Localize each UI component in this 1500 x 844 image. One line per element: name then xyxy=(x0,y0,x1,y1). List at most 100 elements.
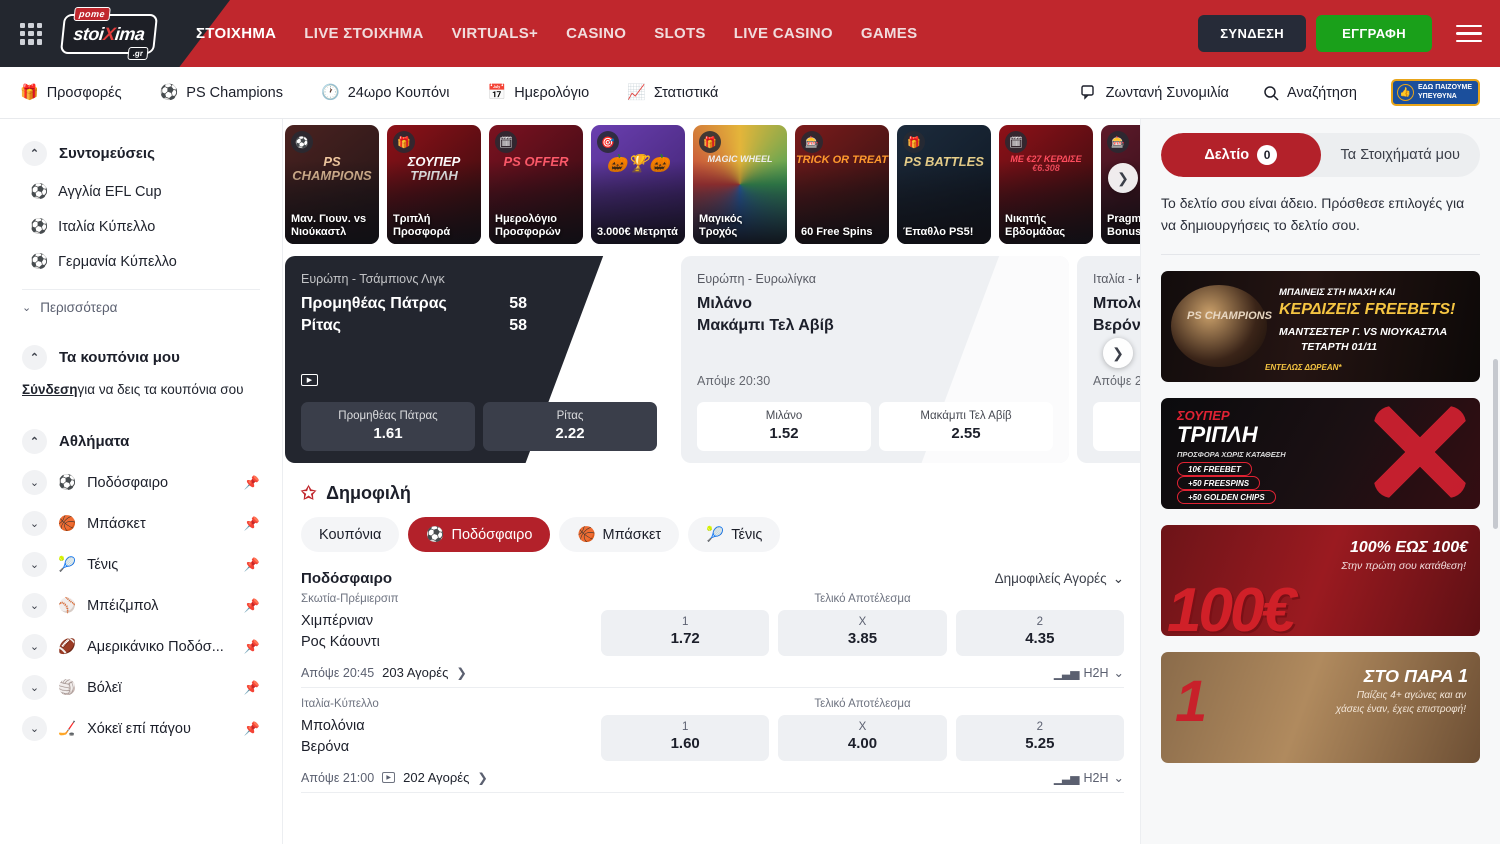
tab-basket[interactable]: 🏀 Μπάσκετ xyxy=(559,517,679,552)
event-markets-count[interactable]: 203 Αγορές xyxy=(382,665,448,680)
tv-stream-icon[interactable]: ▶ xyxy=(382,772,395,783)
promo-tile[interactable]: PS BATTLES 🎁 Έπαθλο PS5! xyxy=(897,125,991,244)
odd-button-x[interactable]: X 3.85 xyxy=(778,610,946,656)
tv-stream-icon[interactable]: ▶ xyxy=(301,374,318,386)
nav-item-casino[interactable]: CASINO xyxy=(566,25,626,42)
subnav-item-calendar[interactable]: 📅 Ημερολόγιο xyxy=(488,85,590,101)
tab-podosfairo[interactable]: ⚽ Ποδόσφαιρο xyxy=(408,517,550,552)
nav-item-games[interactable]: GAMES xyxy=(861,25,918,42)
sidebar-item-germania-kypello[interactable]: ⚽ Γερμανία Κύπελλο xyxy=(0,244,282,279)
nav-item-live-stoixima[interactable]: LIVE ΣΤΟΙΧΗΜΑ xyxy=(304,25,423,42)
banner-line-3: ΜΑΝΤΣΕΣΤΕΡ Γ. VS ΝΙΟΥΚΑΣΤΛΑ xyxy=(1279,326,1447,338)
sidebar-item-xokei[interactable]: ⌄ 🏒 Χόκεϊ επί πάγου 📌 xyxy=(0,708,282,749)
h2h-button[interactable]: ▁▃▅ H2H ⌄ xyxy=(1054,665,1124,680)
chevron-down-icon[interactable]: ⌄ xyxy=(22,675,47,700)
sidebar-item-beizbol[interactable]: ⌄ ⚾ Μπέιζμπολ 📌 xyxy=(0,585,282,626)
sidebar-item-podosfairo[interactable]: ⌄ ⚽ Ποδόσφαιρο 📌 xyxy=(0,462,282,503)
sidebar-item-efl-cup[interactable]: ⚽ Αγγλία EFL Cup xyxy=(0,174,282,209)
h2h-button[interactable]: ▁▃▅ H2H ⌄ xyxy=(1054,770,1124,785)
hamburger-menu-icon[interactable] xyxy=(1456,25,1482,43)
scrollbar-thumb[interactable] xyxy=(1493,359,1498,529)
chevron-down-icon[interactable]: ⌄ xyxy=(22,470,47,495)
nav-item-slots[interactable]: SLOTS xyxy=(654,25,706,42)
pin-icon[interactable]: 📌 xyxy=(244,721,260,737)
odd-button-1[interactable]: 1 1.72 xyxy=(601,610,769,656)
odd-button[interactable]: Προμηθέας Πάτρας 1.61 xyxy=(301,402,475,451)
odd-button-1[interactable]: 1 1.60 xyxy=(601,715,769,761)
pin-icon[interactable]: 📌 xyxy=(244,516,260,532)
odd-button[interactable]: Μακάμπι Τελ Αβίβ 2.55 xyxy=(879,402,1053,451)
nav-item-stoixima[interactable]: ΣΤΟΙΧΗΜΑ xyxy=(196,25,276,42)
subnav-item-search[interactable]: Αναζήτηση xyxy=(1263,85,1357,101)
event-markets-count[interactable]: 202 Αγορές xyxy=(403,770,469,785)
subnav-item-24h-coupon[interactable]: 🕐 24ωρο Κουπόνι xyxy=(321,85,450,101)
pin-icon[interactable]: 📌 xyxy=(244,680,260,696)
site-logo[interactable]: pome stoiXima .gr xyxy=(60,9,158,59)
chevron-right-icon[interactable]: ❯ xyxy=(456,665,466,680)
sidebar-banner-100-percent[interactable]: 100€ 100% ΕΩΣ 100€ Στην πρώτη σου κατάθε… xyxy=(1161,525,1480,636)
register-button[interactable]: ΕΓΓΡΑΦΗ xyxy=(1316,15,1432,52)
subnav-item-live-chat[interactable]: Ζωντανή Συνομιλία xyxy=(1081,85,1229,101)
nav-item-virtuals[interactable]: VIRTUALS+ xyxy=(452,25,538,42)
chevron-down-icon[interactable]: ⌄ xyxy=(22,593,47,618)
login-button[interactable]: ΣΥΝΔΕΣΗ xyxy=(1198,15,1306,52)
pin-icon[interactable]: 📌 xyxy=(244,598,260,614)
featured-match-card[interactable]: Ευρώπη - Ευρωλίγκα Μιλάνο Μακάμπι Τελ Αβ… xyxy=(681,256,1069,463)
tab-betslip[interactable]: Δελτίο 0 xyxy=(1161,133,1321,177)
tab-my-bets[interactable]: Τα Στοιχήματά μου xyxy=(1321,133,1481,177)
odd-button-2[interactable]: 2 4.35 xyxy=(956,610,1124,656)
sidebar-banner-ps-champions[interactable]: PS CHAMPIONS ΜΠΑΙΝΕΙΣ ΣΤΗ ΜΑΧΗ ΚΑΙ ΚΕΡΔΙ… xyxy=(1161,271,1480,382)
pin-icon[interactable]: 📌 xyxy=(244,475,260,491)
sidebar-login-link[interactable]: Σύνδεση xyxy=(22,382,78,397)
sidebar-scrollbar[interactable] xyxy=(1493,119,1498,844)
markets-selector[interactable]: Δημοφιλείς Αγορές ⌄ xyxy=(995,571,1124,587)
chevron-down-icon[interactable]: ⌄ xyxy=(22,511,47,536)
sidebar-banner-sto-para-1[interactable]: 1 ΣΤΟ ΠΑΡΑ 1 Παίζεις 4+ αγώνες και αν χά… xyxy=(1161,652,1480,763)
match-time: Απόψε 20:30 xyxy=(697,374,1053,388)
featured-carousel-next-icon[interactable]: ❯ xyxy=(1103,338,1133,368)
chevron-down-icon[interactable]: ⌄ xyxy=(22,552,47,577)
chevron-up-icon: ⌃ xyxy=(22,141,47,166)
sidebar-item-basket[interactable]: ⌄ 🏀 Μπάσκετ 📌 xyxy=(0,503,282,544)
sidebar-section-sports[interactable]: ⌃ Αθλήματα xyxy=(0,421,282,462)
sidebar-banner-super-tripli[interactable]: ΣΟΥΠΕΡ ΤΡΙΠΛΗ ΠΡΟΣΦΟΡΑ ΧΩΡΙΣ ΚΑΤΑΘΕΣΗ 10… xyxy=(1161,398,1480,509)
event-info[interactable]: Ιταλία-Κύπελλο Μπολόνια Βερόνα xyxy=(301,698,601,761)
apps-grid-icon[interactable] xyxy=(20,23,42,45)
pin-icon[interactable]: 📌 xyxy=(244,557,260,573)
odd-button-2[interactable]: 2 5.25 xyxy=(956,715,1124,761)
promo-label: 60 Free Spins xyxy=(801,226,884,239)
chevron-down-icon[interactable]: ⌄ xyxy=(22,634,47,659)
sidebar-item-amerikaniko-podosfairo[interactable]: ⌄ 🏈 Αμερικάνικο Ποδόσ... 📌 xyxy=(0,626,282,667)
promo-tile[interactable]: MAGIC WHEEL 🎁 Μαγικός Τροχός xyxy=(693,125,787,244)
subnav-item-offers[interactable]: 🎁 Προσφορές xyxy=(20,85,122,101)
chevron-down-icon[interactable]: ⌄ xyxy=(22,716,47,741)
sidebar-item-volei[interactable]: ⌄ 🏐 Βόλεϊ 📌 xyxy=(0,667,282,708)
sidebar-item-italia-kypello[interactable]: ⚽ Ιταλία Κύπελλο xyxy=(0,209,282,244)
tab-tenis[interactable]: 🎾 Τένις xyxy=(688,517,780,552)
promo-tile[interactable]: PS CHAMPIONS ⚽ Μαν. Γιουν. vs Νιούκαστλ xyxy=(285,125,379,244)
odd-button-x[interactable]: X 4.00 xyxy=(778,715,946,761)
tab-koupomia[interactable]: Κουπόνια xyxy=(301,517,399,552)
odd-button[interactable]: 1 1.6 xyxy=(1093,402,1140,451)
odd-button[interactable]: Ρίτας 2.22 xyxy=(483,402,657,451)
sidebar-item-tenis[interactable]: ⌄ 🎾 Τένις 📌 xyxy=(0,544,282,585)
sidebar-more-button[interactable]: ⌄ Περισσότερα xyxy=(0,294,282,321)
event-info[interactable]: Σκωτία-Πρέμιερσιπ Χιμπέρνιαν Ρος Κάουντι xyxy=(301,593,601,656)
promo-tile[interactable]: PS OFFER 🗓 Ημερολόγιο Προσφορών xyxy=(489,125,583,244)
odd-button[interactable]: Μιλάνο 1.52 xyxy=(697,402,871,451)
subnav-item-statistics[interactable]: 📈 Στατιστικά xyxy=(627,85,718,101)
nav-item-live-casino[interactable]: LIVE CASINO xyxy=(734,25,833,42)
promo-carousel-next-icon[interactable]: ❯ xyxy=(1108,163,1138,193)
banner-big-amount: 100€ xyxy=(1167,575,1293,636)
pin-icon[interactable]: 📌 xyxy=(244,639,260,655)
promo-tile[interactable]: ΜΕ €27 ΚΕΡΔΙΣΕ €6.308 🗓 Νικητής Εβδομάδα… xyxy=(999,125,1093,244)
promo-tile[interactable]: ΣΟΥΠΕΡ ΤΡΙΠΛΗ 🎁 Τριπλή Προσφορά xyxy=(387,125,481,244)
promo-tile[interactable]: TRICK OR TREAT 🎰 60 Free Spins xyxy=(795,125,889,244)
promo-tile[interactable]: 🎃🏆🎃 🎯 3.000€ Μετρητά xyxy=(591,125,685,244)
subnav-item-ps-champions[interactable]: ⚽ PS Champions xyxy=(160,85,283,101)
sidebar-section-my-coupons[interactable]: ⌃ Τα κουπόνια μου xyxy=(0,337,282,378)
chevron-right-icon[interactable]: ❯ xyxy=(477,770,487,785)
responsible-gaming-badge[interactable]: 👍 ΕΔΩ ΠΑΙΖΟΥΜΕ ΥΠΕΥΘΥΝΑ xyxy=(1391,79,1480,106)
sidebar-section-shortcuts[interactable]: ⌃ Συντομεύσεις xyxy=(0,133,282,174)
featured-match-card[interactable]: Ευρώπη - Τσάμπιονς Λιγκ Προμηθέας Πάτρας… xyxy=(285,256,673,463)
